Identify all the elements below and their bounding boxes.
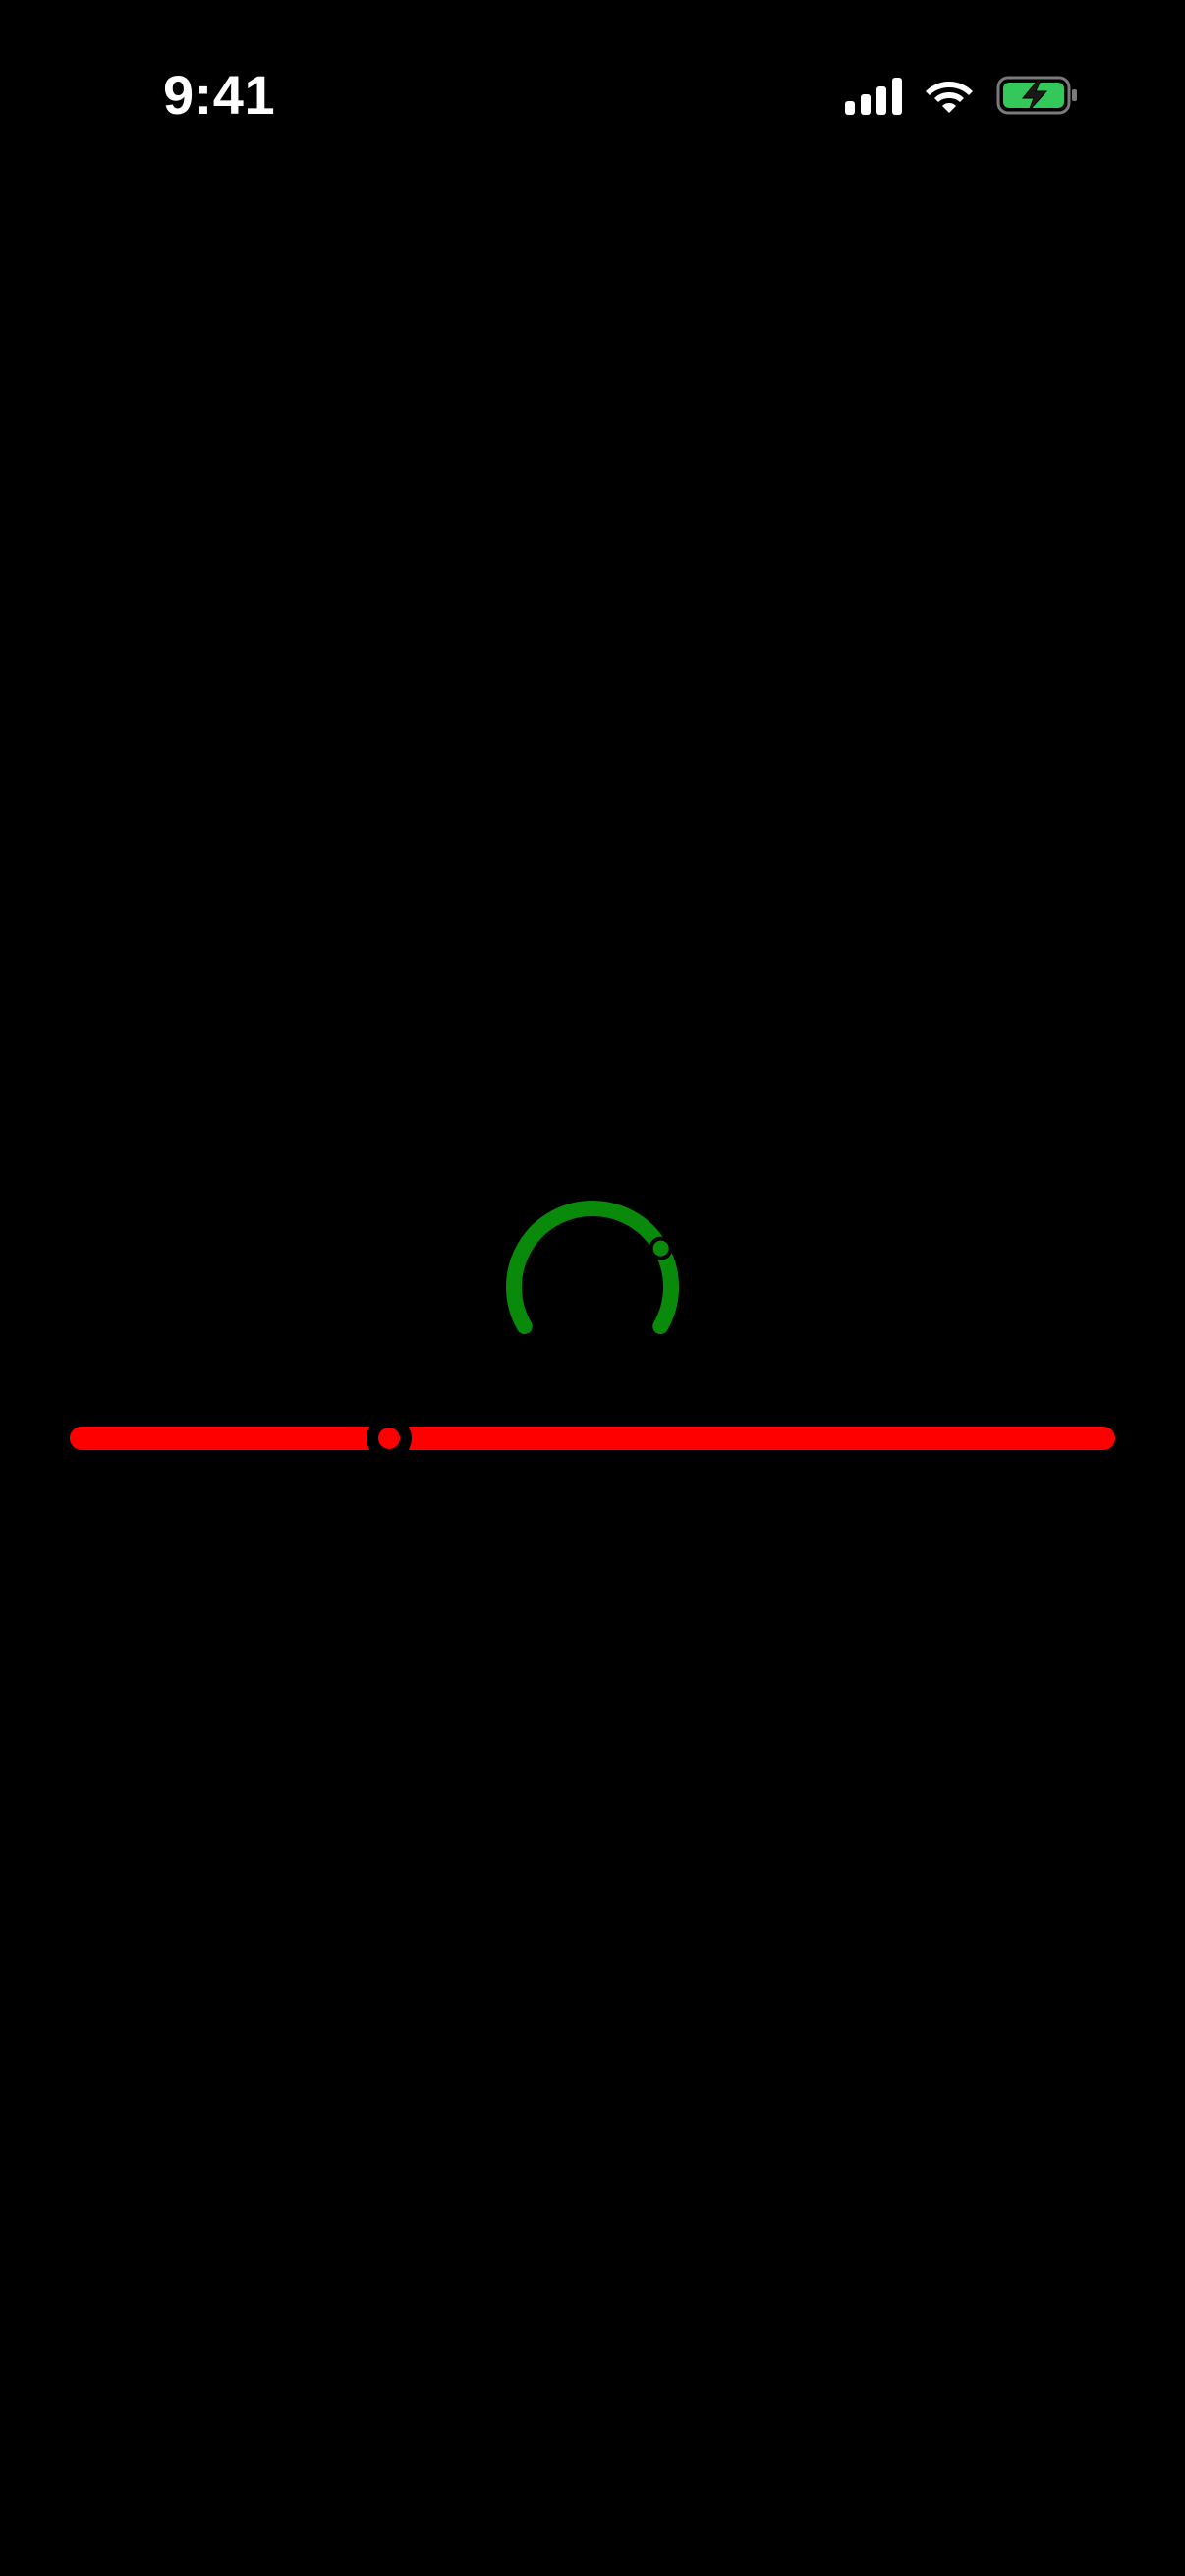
battery-charging-icon: [996, 76, 1077, 115]
slider-track[interactable]: [70, 1427, 1115, 1450]
slider[interactable]: [70, 1416, 1115, 1461]
progress-arc: [506, 1201, 679, 1334]
status-icons: [845, 71, 1079, 120]
wifi-icon: [926, 82, 973, 113]
signal-icon: [845, 78, 902, 115]
progress-arc-track: [506, 1201, 679, 1334]
progress-arc-indicator-dot: [652, 1240, 669, 1257]
slider-thumb-dot: [377, 1428, 400, 1449]
status-time: 9:41: [163, 64, 276, 126]
status-bar: 9:41: [0, 0, 1185, 187]
slider-thumb[interactable]: [366, 1416, 412, 1461]
